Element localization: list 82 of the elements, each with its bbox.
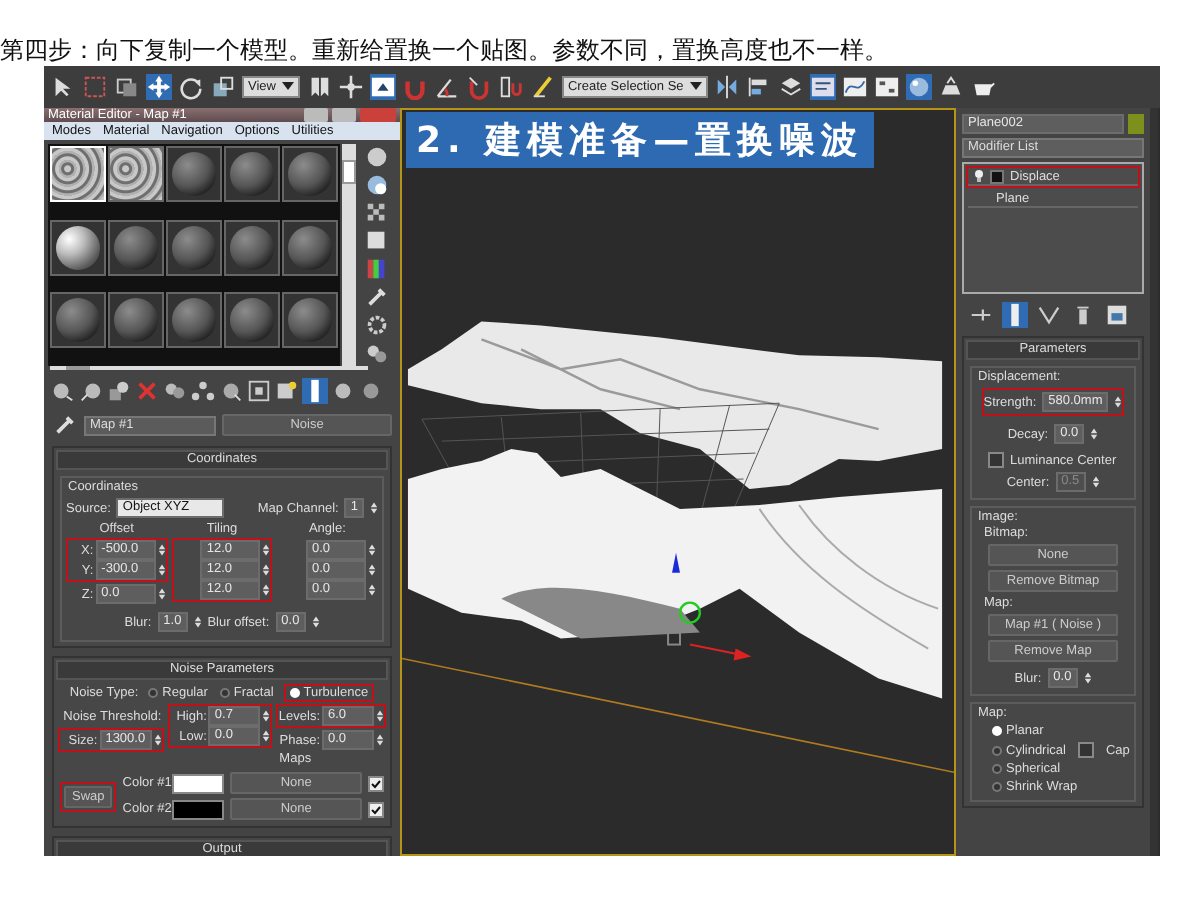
cursor-icon[interactable] bbox=[50, 74, 76, 100]
backlight-icon[interactable] bbox=[364, 172, 390, 198]
configure-icon[interactable] bbox=[1104, 302, 1130, 328]
spinner-arrows-icon[interactable] bbox=[262, 708, 271, 724]
percent-snap-icon[interactable] bbox=[465, 74, 492, 100]
spinner-arrows-icon[interactable] bbox=[311, 614, 320, 630]
title-banner: 2. 建模准备—置换噪波 bbox=[406, 112, 874, 168]
color-swatch[interactable] bbox=[172, 799, 225, 819]
spinner-arrows-icon[interactable] bbox=[1083, 670, 1092, 686]
spinner-arrows-icon[interactable] bbox=[1091, 474, 1100, 490]
show-result-icon[interactable] bbox=[1002, 302, 1028, 328]
copy-material-icon[interactable] bbox=[162, 378, 188, 404]
funnel-icon[interactable] bbox=[1036, 302, 1062, 328]
sphere-icon[interactable] bbox=[364, 144, 390, 170]
spinner-arrows-icon[interactable] bbox=[153, 732, 162, 748]
put-material-icon[interactable] bbox=[78, 378, 104, 404]
spinner-arrows-icon[interactable] bbox=[1090, 426, 1099, 442]
checkbox[interactable] bbox=[1077, 742, 1094, 758]
perspective-viewport[interactable]: 2. 建模准备—置换噪波 bbox=[400, 108, 956, 856]
mirror-icon[interactable] bbox=[713, 74, 740, 100]
scene-explorer-icon[interactable] bbox=[809, 74, 836, 100]
spinner-arrows-icon[interactable] bbox=[193, 614, 202, 630]
material-id-icon[interactable] bbox=[218, 378, 244, 404]
spinner-snap-icon[interactable] bbox=[497, 74, 524, 100]
get-material-icon[interactable] bbox=[50, 378, 76, 404]
rotate-icon[interactable] bbox=[178, 74, 204, 100]
spinner-arrows-icon[interactable] bbox=[368, 582, 377, 598]
vertical-scrollbar[interactable] bbox=[342, 144, 356, 366]
go-sibling-icon[interactable] bbox=[358, 378, 384, 404]
spinner-arrows-icon[interactable] bbox=[157, 542, 166, 558]
dropdown-caret-icon[interactable] bbox=[281, 82, 294, 92]
checkbox[interactable] bbox=[368, 801, 384, 817]
checkbox[interactable] bbox=[368, 775, 384, 791]
checkbox[interactable] bbox=[988, 452, 1004, 468]
render-setup-icon[interactable] bbox=[937, 74, 964, 100]
spinner-arrows-icon[interactable] bbox=[262, 562, 271, 578]
bar-icon[interactable] bbox=[302, 378, 328, 404]
assign-material-icon[interactable] bbox=[106, 378, 132, 404]
spinner-arrows-icon[interactable] bbox=[157, 562, 166, 578]
spinner-arrows-icon[interactable] bbox=[368, 562, 377, 578]
sample-uv-icon[interactable] bbox=[364, 228, 390, 254]
material-editor-icon[interactable] bbox=[905, 74, 932, 100]
spinner-arrows-icon[interactable] bbox=[262, 582, 271, 598]
viewport-icon[interactable] bbox=[369, 74, 396, 100]
spinner-arrows-icon[interactable] bbox=[262, 542, 271, 558]
color-chart-icon[interactable] bbox=[364, 256, 390, 282]
noise-texture-slot[interactable] bbox=[108, 146, 164, 202]
spinner-arrows-icon[interactable] bbox=[157, 586, 166, 602]
spheres-icon[interactable] bbox=[364, 340, 390, 366]
spinner-arrows-icon[interactable] bbox=[262, 728, 271, 744]
spinner-arrows-icon[interactable] bbox=[376, 732, 385, 748]
horizontal-scrollbar[interactable] bbox=[50, 366, 368, 370]
show-result-icon[interactable] bbox=[274, 378, 300, 404]
material-sphere-slot[interactable] bbox=[50, 219, 106, 276]
curve-editor-icon[interactable] bbox=[841, 74, 868, 100]
hierarchy-icon[interactable] bbox=[190, 378, 216, 404]
pivot-icon[interactable] bbox=[337, 74, 364, 100]
eyedropper-icon[interactable] bbox=[52, 412, 78, 438]
color-swatch[interactable] bbox=[172, 773, 225, 793]
dropdown-caret-icon[interactable] bbox=[689, 82, 702, 92]
gear-icon[interactable] bbox=[364, 312, 390, 338]
window-crossing-icon[interactable] bbox=[114, 74, 140, 100]
transform-gizmo-drawing bbox=[667, 552, 752, 661]
eyedropper-icon[interactable] bbox=[364, 284, 390, 310]
step-instruction: 第四步：向下复制一个模型。重新给置换一个贴图。参数不同，置换高度也不一样。 bbox=[0, 34, 890, 66]
checker-icon[interactable] bbox=[364, 200, 390, 226]
spinner-arrows-icon[interactable] bbox=[376, 708, 385, 724]
lightbulb-icon[interactable] bbox=[974, 170, 984, 182]
spinner-arrows-icon[interactable] bbox=[1114, 394, 1123, 410]
square-icon[interactable] bbox=[990, 169, 1004, 183]
move-icon[interactable] bbox=[146, 74, 172, 100]
spinner-arrows-icon[interactable] bbox=[370, 500, 378, 516]
scale-icon[interactable] bbox=[210, 74, 236, 100]
show-map-icon[interactable] bbox=[246, 378, 272, 404]
layers-icon[interactable] bbox=[777, 74, 804, 100]
schematic-icon[interactable] bbox=[873, 74, 900, 100]
align-icon[interactable] bbox=[745, 74, 772, 100]
go-parent-icon[interactable] bbox=[330, 378, 356, 404]
spinner-arrows-icon[interactable] bbox=[368, 542, 377, 558]
angle-snap-icon[interactable] bbox=[433, 74, 460, 100]
edit-set-icon[interactable] bbox=[529, 74, 556, 100]
object-color-swatch[interactable] bbox=[1128, 114, 1144, 134]
